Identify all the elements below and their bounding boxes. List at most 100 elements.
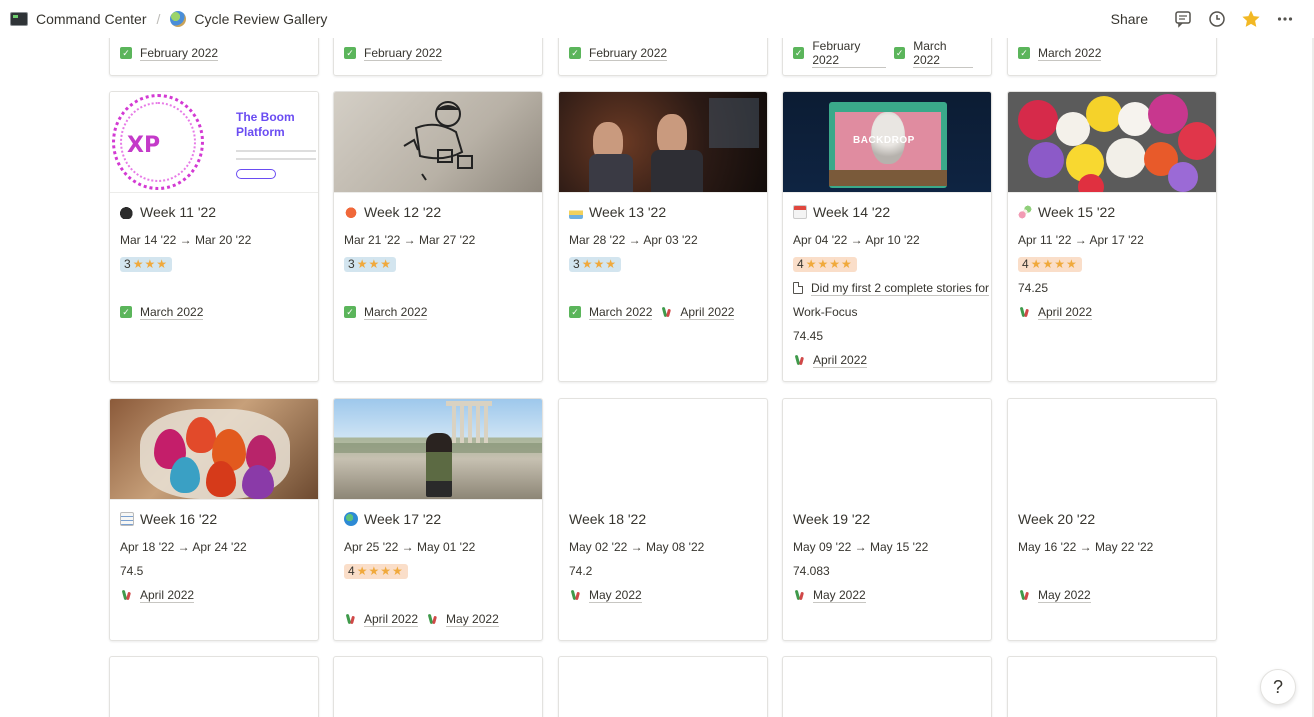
tag-row: May 2022 — [1018, 583, 1206, 607]
date-range: Apr 11 '22 → Apr 17 '22 — [1018, 233, 1144, 247]
breadcrumb-page[interactable]: Cycle Review Gallery — [166, 6, 331, 32]
card-title: Week 13 '22 — [569, 200, 757, 224]
card-cover-image — [334, 399, 542, 500]
gallery-card-week-18[interactable]: Week 18 '22 May 02 '22 → May 08 '22 74.2… — [558, 398, 768, 641]
month-tag[interactable]: ✓ March 2022 — [120, 305, 204, 320]
gallery-card[interactable] — [333, 656, 543, 717]
gallery-card-week-13[interactable]: Week 13 '22 Mar 28 '22 → Apr 03 '22 3 ★★★… — [558, 91, 768, 382]
card-title: Week 14 '22 — [793, 200, 981, 224]
gallery-card-week-19[interactable]: Week 19 '22 May 09 '22 → May 15 '22 74.0… — [782, 398, 992, 641]
breadcrumb-workspace[interactable]: Command Center — [6, 6, 151, 32]
month-tag[interactable]: ✓ February 2022 — [120, 46, 219, 61]
history-icon[interactable] — [1207, 9, 1227, 29]
month-tag[interactable]: April 2022 — [344, 612, 419, 627]
crab-icon — [344, 205, 358, 219]
rating-badge: 3 ★★★ — [569, 256, 621, 272]
gallery-card-week-12[interactable]: Week 12 '22 Mar 21 '22 → Mar 27 '22 3 ★★★… — [333, 91, 543, 382]
gallery-card-week-11[interactable]: XP The Boom Platform Week 11 '22 Mar 14 … — [109, 91, 319, 382]
rating-badge: 4 ★★★★ — [344, 563, 408, 579]
card-cover-image — [559, 92, 767, 193]
date-range: Mar 28 '22 → Apr 03 '22 — [569, 233, 698, 247]
month-tag[interactable]: May 2022 — [1018, 588, 1091, 603]
cactus-icon — [660, 306, 672, 318]
cactus-icon — [426, 613, 438, 625]
top-bar: Command Center / Cycle Review Gallery Sh… — [0, 0, 1314, 38]
help-button[interactable]: ? — [1260, 669, 1296, 705]
score-value: 74.5 — [120, 564, 144, 578]
score-value: 74.2 — [569, 564, 593, 578]
rating-stars: ★★★ — [132, 256, 168, 271]
gallery-card-week-14[interactable]: BACKDROP Week 14 '22 Apr 04 '22 → Apr 10… — [782, 91, 992, 382]
cactus-icon — [120, 589, 132, 601]
card-title: Week 17 '22 — [344, 507, 532, 531]
month-tag[interactable]: April 2022 — [1018, 305, 1093, 320]
rating-stars: ★★★★ — [1030, 256, 1078, 271]
month-tag[interactable]: ✓ March 2022 — [344, 305, 428, 320]
month-tag[interactable]: May 2022 — [426, 612, 499, 627]
month-tag[interactable]: May 2022 — [569, 588, 642, 603]
date-range: Mar 14 '22 → Mar 20 '22 — [120, 233, 252, 247]
month-tag[interactable]: ✓ March 2022 — [893, 39, 973, 68]
month-tag[interactable]: April 2022 — [120, 588, 195, 603]
gallery-card-week-15[interactable]: Week 15 '22 Apr 11 '22 → Apr 17 '22 4 ★★★… — [1007, 91, 1217, 382]
breadcrumb: Command Center / Cycle Review Gallery — [0, 6, 331, 32]
rating-stars: ★★★★ — [356, 563, 404, 578]
comments-icon[interactable] — [1173, 9, 1193, 29]
cactus-icon — [344, 613, 356, 625]
gallery-card[interactable] — [558, 656, 768, 717]
date-range: Mar 21 '22 → Mar 27 '22 — [344, 233, 476, 247]
gallery-card-week-16[interactable]: Week 16 '22 Apr 18 '22 → Apr 24 '22 74.5… — [109, 398, 319, 641]
score-value: 74.083 — [793, 564, 830, 578]
card-cover-image — [1008, 92, 1216, 193]
tag-row: ✓ March 2022 — [1018, 43, 1206, 63]
cactus-icon — [569, 589, 581, 601]
card-cover-empty — [559, 399, 767, 500]
gallery-card[interactable] — [782, 656, 992, 717]
cactus-icon — [1018, 306, 1030, 318]
card-cover-image: BACKDROP — [783, 92, 991, 193]
month-tag[interactable]: ✓ March 2022 — [1018, 46, 1102, 61]
rating-stars: ★★★ — [581, 256, 617, 271]
card-title: Week 19 '22 — [793, 511, 871, 527]
month-tag[interactable]: ✓ February 2022 — [569, 46, 668, 61]
rating-badge: 4 ★★★★ — [793, 256, 857, 272]
score-value: 74.25 — [1018, 281, 1049, 295]
checkbox-icon: ✓ — [793, 47, 805, 59]
gallery-card[interactable] — [1007, 656, 1217, 717]
card-title: Week 20 '22 — [1018, 511, 1096, 527]
favorite-star-icon[interactable] — [1241, 9, 1261, 29]
calendar-icon — [793, 205, 807, 219]
date-range: Apr 25 '22 → May 01 '22 — [344, 540, 476, 554]
cake-icon — [569, 205, 583, 219]
checkbox-icon: ✓ — [1018, 47, 1030, 59]
month-tag[interactable]: April 2022 — [660, 305, 735, 320]
date-range: Apr 18 '22 → Apr 24 '22 — [120, 540, 247, 554]
month-tag[interactable]: ✓ February 2022 — [344, 46, 443, 61]
share-button[interactable]: Share — [1103, 7, 1156, 31]
gallery-card-week-17[interactable]: Week 17 '22 Apr 25 '22 → May 01 '22 4 ★★★… — [333, 398, 543, 641]
globe-icon — [170, 11, 187, 27]
gallery-card-week-20[interactable]: Week 20 '22 May 16 '22 → May 22 '22 May … — [1007, 398, 1217, 641]
more-icon[interactable] — [1275, 9, 1295, 29]
notepad-icon — [120, 512, 134, 526]
tag-row: ✓ February 2022 — [344, 43, 532, 63]
checkbox-icon: ✓ — [569, 47, 581, 59]
date-range: May 16 '22 → May 22 '22 — [1018, 540, 1154, 554]
tag-row: April 2022 May 2022 — [344, 607, 532, 631]
month-tag[interactable]: May 2022 — [793, 588, 866, 603]
card-cover-empty — [1008, 399, 1216, 500]
month-tag[interactable]: ✓ February 2022 — [793, 39, 886, 68]
checkbox-icon: ✓ — [344, 47, 356, 59]
rating-badge: 3 ★★★ — [120, 256, 172, 272]
date-range: May 09 '22 → May 15 '22 — [793, 540, 929, 554]
month-tag[interactable]: April 2022 — [793, 353, 868, 368]
date-range: May 02 '22 → May 08 '22 — [569, 540, 705, 554]
bomb-icon — [120, 205, 134, 219]
month-tag[interactable]: ✓ March 2022 — [569, 305, 653, 320]
linked-page[interactable]: Did my first 2 complete stories for — [793, 281, 990, 296]
gallery-card[interactable] — [109, 656, 319, 717]
rating-stars: ★★★★ — [805, 256, 853, 271]
card-title: Week 15 '22 — [1018, 200, 1206, 224]
gallery-view: ✓ February 2022 ✓ February 2022 ✓ February … — [0, 0, 1314, 717]
score-value: 74.45 — [793, 329, 824, 343]
